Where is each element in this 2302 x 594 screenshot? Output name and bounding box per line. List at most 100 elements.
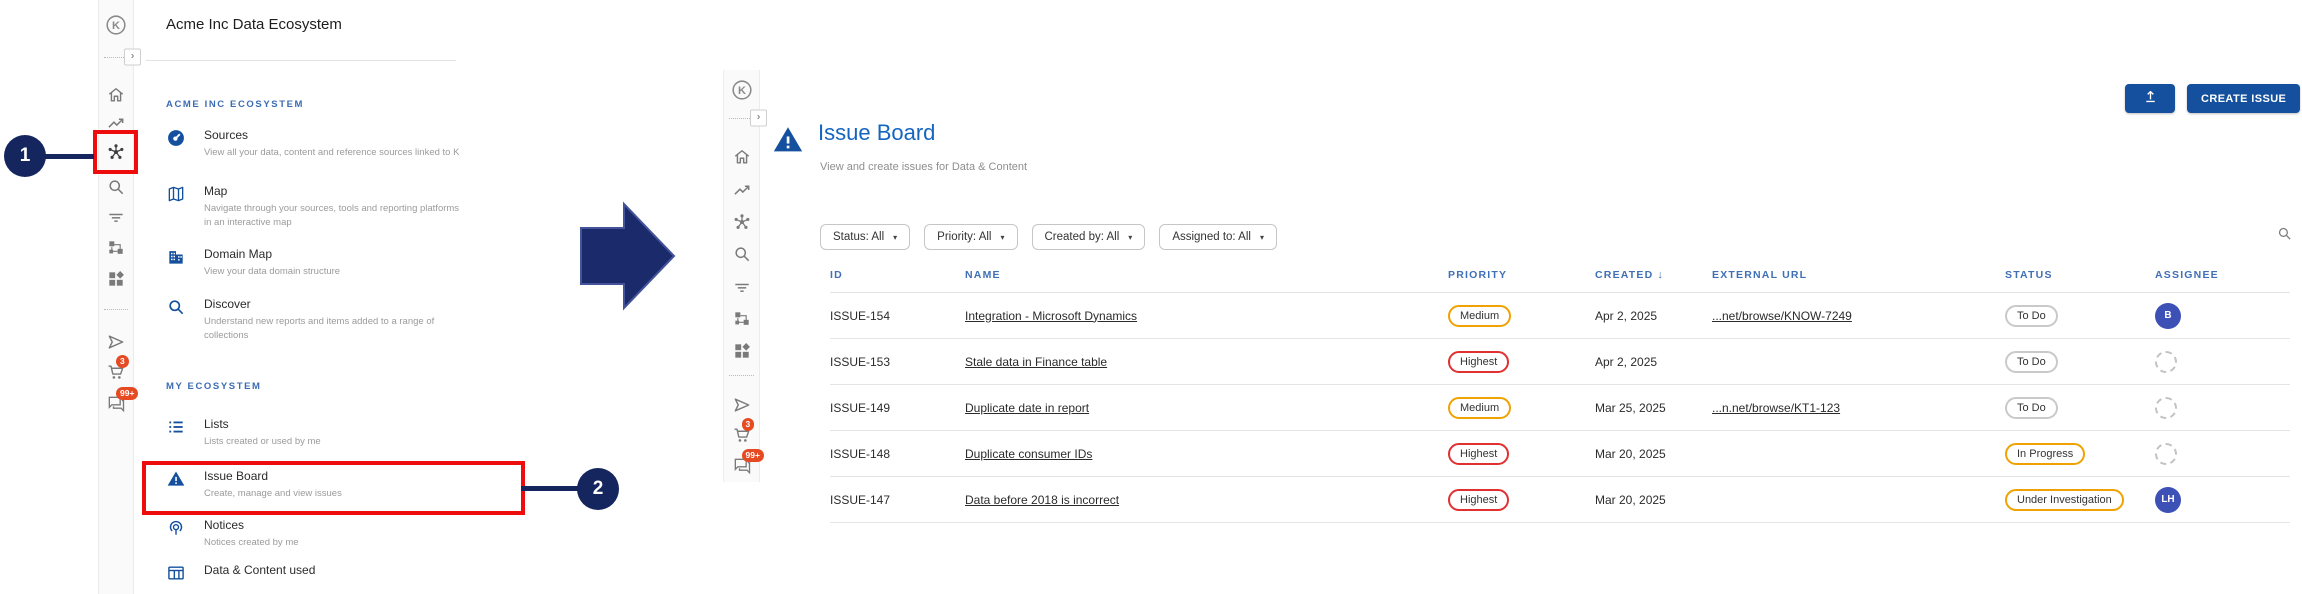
unassigned-avatar-placeholder[interactable]: [2155, 351, 2177, 373]
sidebar-item-lists[interactable]: ListsLists created or used by me: [166, 417, 511, 449]
column-header-name[interactable]: NAME: [965, 269, 1448, 281]
cart-badge: 3: [742, 418, 755, 431]
column-header-status[interactable]: STATUS: [2005, 269, 2155, 281]
expand-chevron-icon[interactable]: ›: [124, 49, 141, 66]
sidebar-item-map[interactable]: MapNavigate through your sources, tools …: [166, 184, 511, 231]
tree-icon[interactable]: [732, 309, 752, 329]
external-url-link[interactable]: ...n.net/browse/KT1-123: [1712, 401, 1840, 415]
grid-icon[interactable]: [732, 341, 752, 361]
filter-bar: Status: All▾ Priority: All▾ Created by: Al…: [820, 224, 1277, 250]
cell-priority: Highest: [1448, 351, 1595, 373]
filter-label: Assigned to: All: [1172, 231, 1251, 243]
cell-created: Mar 25, 2025: [1595, 401, 1712, 415]
sidebar-item-label: Map: [204, 184, 462, 198]
send-icon[interactable]: [106, 332, 126, 352]
issue-row[interactable]: ISSUE-154Integration - Microsoft Dynamic…: [830, 293, 2290, 339]
upload-button[interactable]: [2125, 84, 2175, 113]
column-header-label: EXTERNAL URL: [1712, 269, 1807, 281]
cart-icon[interactable]: 3: [732, 425, 752, 445]
send-icon[interactable]: [732, 395, 752, 415]
sidebar-item-notices[interactable]: NoticesNotices created by me: [166, 518, 511, 550]
external-url-link[interactable]: ...net/browse/KNOW-7249: [1712, 309, 1852, 323]
sidebar-item-description: Notices created by me: [204, 536, 299, 550]
cell-name: Data before 2018 is incorrect: [965, 493, 1448, 507]
expand-chevron-icon[interactable]: ›: [750, 110, 767, 127]
chat-icon[interactable]: 99+: [732, 456, 752, 476]
cell-name: Integration - Microsoft Dynamics: [965, 309, 1448, 323]
column-header-label: NAME: [965, 269, 1001, 281]
filter-icon[interactable]: [732, 277, 752, 297]
column-header-external-url[interactable]: EXTERNAL URL: [1712, 269, 2005, 281]
cell-priority: Highest: [1448, 443, 1595, 465]
sidebar-section-label: ACME INC ECOSYSTEM: [166, 99, 304, 110]
k-logo-icon[interactable]: K: [105, 14, 128, 37]
column-header-assignee[interactable]: ASSIGNEE: [2155, 269, 2290, 281]
k-logo-icon[interactable]: K: [730, 79, 753, 102]
chevron-down-icon: ▾: [1128, 233, 1132, 242]
filter-created-by[interactable]: Created by: All▾: [1032, 224, 1146, 250]
sidebar-item-domain-map[interactable]: Domain MapView your data domain structur…: [166, 247, 511, 279]
hub-icon[interactable]: [732, 212, 752, 232]
cart-badge: 3: [116, 355, 129, 368]
issue-name-link[interactable]: Integration - Microsoft Dynamics: [965, 309, 1137, 323]
cell-status: To Do: [2005, 305, 2155, 327]
filter-assigned-to[interactable]: Assigned to: All▾: [1159, 224, 1277, 250]
issue-row[interactable]: ISSUE-153Stale data in Finance table High…: [830, 339, 2290, 385]
priority-badge: Highest: [1448, 351, 1509, 373]
sidebar-item-label: Data & Content used: [204, 563, 315, 577]
cell-status: Under Investigation: [2005, 489, 2155, 511]
map-icon: [166, 184, 186, 204]
create-issue-button[interactable]: CREATE ISSUE: [2187, 84, 2300, 113]
sidebar-divider: [146, 60, 456, 61]
cell-id: ISSUE-153: [830, 355, 965, 369]
issue-row[interactable]: ISSUE-149Duplicate date in reportMediumM…: [830, 385, 2290, 431]
sidebar-item-discover[interactable]: DiscoverUnderstand new reports and items…: [166, 297, 511, 344]
home-icon[interactable]: [106, 85, 126, 105]
chat-icon[interactable]: 99+: [106, 394, 126, 414]
filter-status[interactable]: Status: All▾: [820, 224, 910, 250]
cell-priority: Medium: [1448, 305, 1595, 327]
filter-icon[interactable]: [106, 207, 126, 227]
cart-icon[interactable]: 3: [106, 362, 126, 382]
grid-icon[interactable]: [106, 269, 126, 289]
column-header-priority[interactable]: PRIORITY: [1448, 269, 1595, 281]
filter-priority[interactable]: Priority: All▾: [924, 224, 1017, 250]
issue-row[interactable]: ISSUE-148Duplicate consumer IDsHighestMa…: [830, 431, 2290, 477]
issue-name-link[interactable]: Duplicate consumer IDs: [965, 447, 1092, 461]
status-badge: To Do: [2005, 351, 2058, 373]
search-icon[interactable]: [732, 244, 752, 264]
chat-badge: 99+: [116, 387, 138, 400]
search-icon[interactable]: [106, 177, 126, 197]
sidebar-item-description: View all your data, content and referenc…: [204, 146, 459, 160]
cell-assignee: [2155, 443, 2290, 465]
column-header-label: PRIORITY: [1448, 269, 1507, 281]
trending-icon[interactable]: [732, 180, 752, 200]
cell-priority: Medium: [1448, 397, 1595, 419]
issue-name-link[interactable]: Data before 2018 is incorrect: [965, 493, 1119, 507]
right-nav-rail: K›399+: [723, 70, 760, 482]
column-header-created[interactable]: CREATED↓: [1595, 269, 1712, 281]
left-nav-rail: K›399+: [98, 0, 134, 594]
chat-badge: 99+: [742, 449, 764, 462]
domain-map-icon: [166, 247, 186, 267]
priority-badge: Medium: [1448, 305, 1511, 327]
unassigned-avatar-placeholder[interactable]: [2155, 443, 2177, 465]
assignee-avatar[interactable]: LH: [2155, 487, 2181, 513]
cell-name: Duplicate date in report: [965, 401, 1448, 415]
cell-created: Apr 2, 2025: [1595, 309, 1712, 323]
assignee-avatar[interactable]: B: [2155, 303, 2181, 329]
issue-name-link[interactable]: Stale data in Finance table: [965, 355, 1107, 369]
sidebar-item-sources[interactable]: SourcesView all your data, content and r…: [166, 128, 511, 160]
status-badge: To Do: [2005, 305, 2058, 327]
annotation-marker-1: 1: [4, 135, 46, 177]
sidebar-item-data-content-used[interactable]: Data & Content used: [166, 563, 511, 583]
table-search-icon[interactable]: [2276, 225, 2293, 242]
issue-name-link[interactable]: Duplicate date in report: [965, 401, 1089, 415]
column-header-id[interactable]: ID: [830, 269, 965, 281]
home-icon[interactable]: [732, 147, 752, 167]
unassigned-avatar-placeholder[interactable]: [2155, 397, 2177, 419]
tree-icon[interactable]: [106, 238, 126, 258]
chevron-down-icon: ▾: [1000, 233, 1004, 242]
issue-row[interactable]: ISSUE-147Data before 2018 is incorrectHi…: [830, 477, 2290, 523]
sidebar-title: Acme Inc Data Ecosystem: [166, 16, 342, 33]
